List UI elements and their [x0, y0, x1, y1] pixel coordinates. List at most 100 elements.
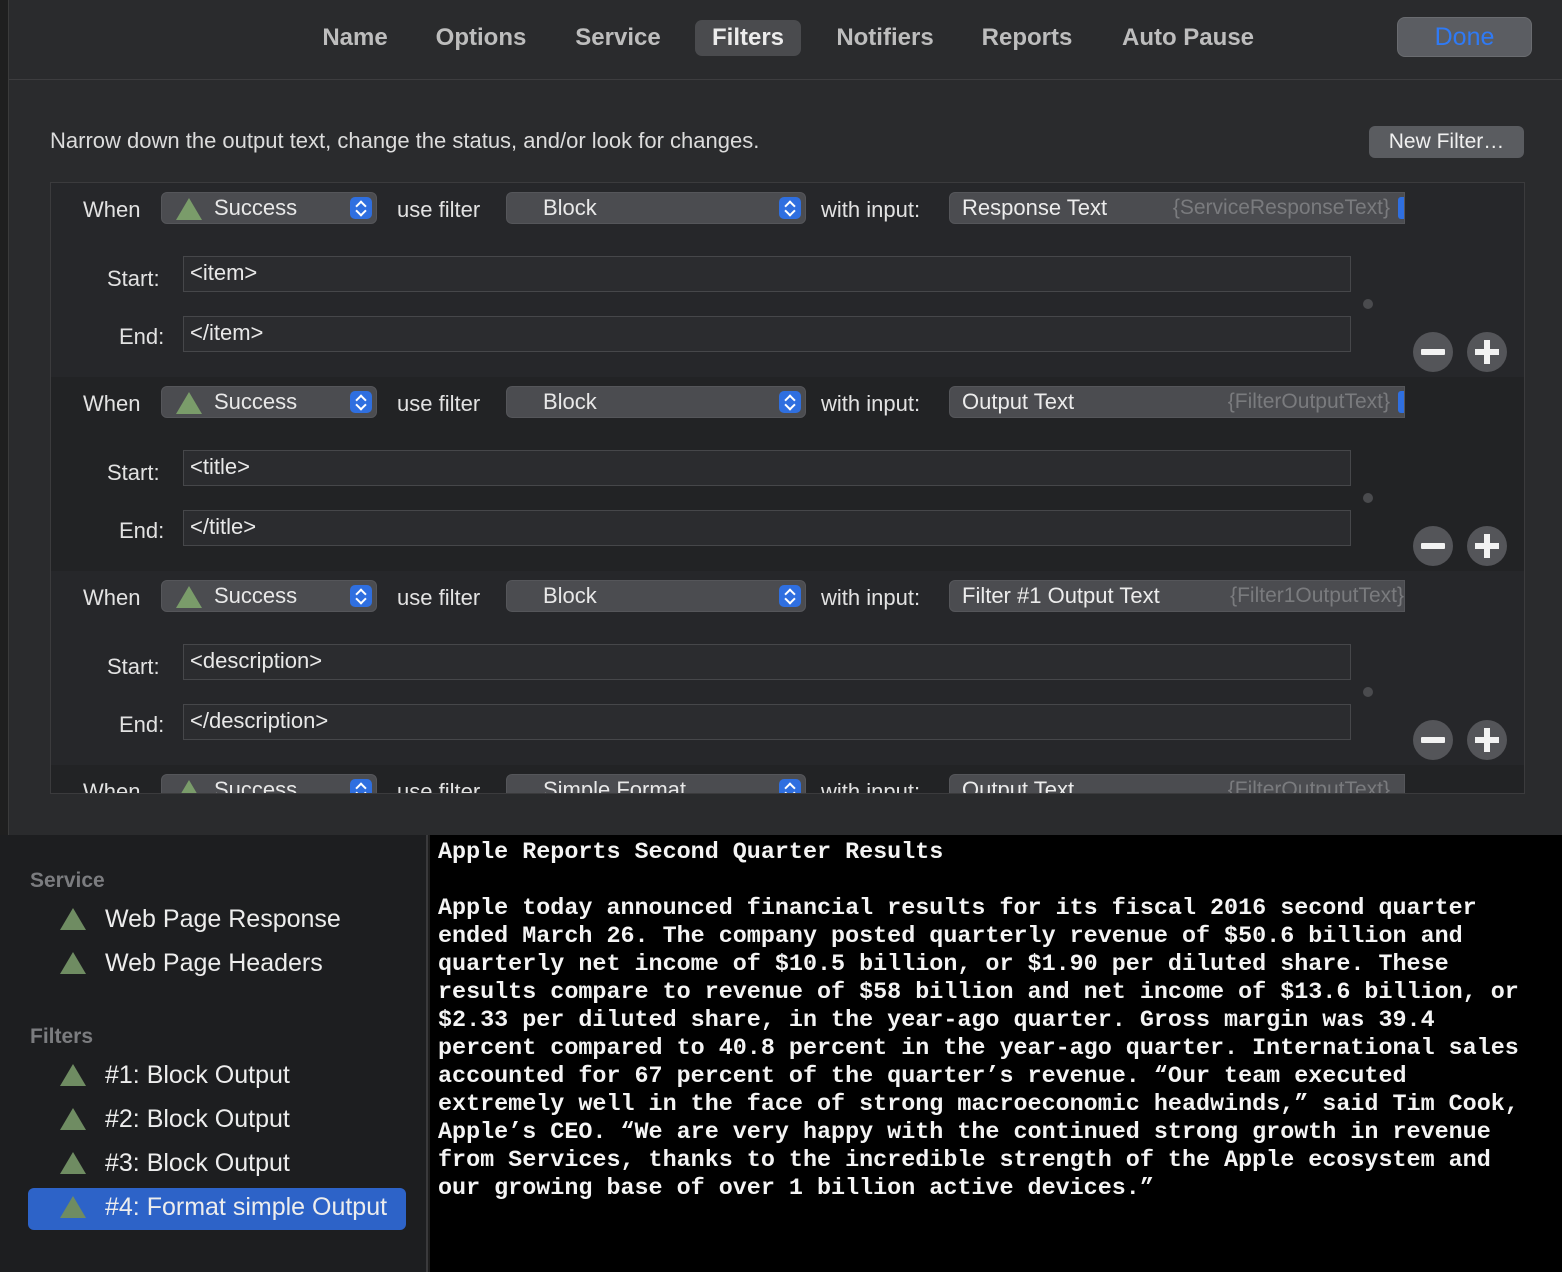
remove-filter-button[interactable] [1413, 720, 1453, 760]
drag-handle[interactable] [1363, 299, 1373, 309]
filter-type-value: Block [543, 195, 597, 220]
filters-panel: Name Options Service Filters Notifiers R… [8, 0, 1562, 835]
chevron-updown-icon [350, 779, 372, 793]
result-sidebar: Service Web Page Response Web Page Heade… [0, 835, 428, 1272]
sidebar-item-filter-3[interactable]: #3: Block Output [28, 1144, 406, 1186]
use-filter-label: use filter [397, 585, 481, 610]
end-value: </title> [190, 514, 257, 539]
status-popup[interactable]: Success [161, 386, 377, 418]
status-popup[interactable]: Success [161, 580, 377, 612]
success-triangle-icon [176, 586, 202, 608]
end-label: End: [119, 712, 165, 737]
filter-type-value: Block [543, 583, 597, 608]
tab-name[interactable]: Name [307, 20, 403, 56]
status-value: Success [214, 195, 298, 220]
input-source-value: Response Text [962, 195, 1108, 220]
tab-auto-pause[interactable]: Auto Pause [1107, 20, 1269, 56]
toolbar: Name Options Service Filters Notifiers R… [9, 0, 1562, 80]
with-input-label: with input: [821, 391, 921, 416]
success-triangle-icon [176, 780, 202, 793]
with-input-label: with input: [821, 779, 921, 794]
tab-notifiers[interactable]: Notifiers [821, 20, 949, 56]
input-source-variable: {FilterOutputText} [1227, 778, 1390, 794]
chevron-updown-icon [350, 585, 372, 607]
done-button[interactable]: Done [1397, 17, 1532, 57]
status-value: Success [214, 583, 298, 608]
chevron-updown-icon [779, 197, 801, 219]
end-field[interactable]: </title> [183, 510, 1351, 546]
when-label: When [83, 391, 141, 416]
sidebar-item-label: #4: Format simple Output [105, 1193, 388, 1221]
input-source-popup[interactable]: Output Text {FilterOutputText} [949, 386, 1405, 418]
filters-description: Narrow down the output text, change the … [50, 128, 760, 153]
use-filter-label: use filter [397, 779, 481, 794]
status-popup[interactable]: Success [161, 774, 377, 793]
input-source-popup[interactable]: Filter #1 Output Text {Filter1OutputText… [949, 580, 1405, 612]
tab-reports[interactable]: Reports [971, 20, 1083, 56]
filter-type-value: Simple Format [543, 777, 687, 794]
end-field[interactable]: </item> [183, 316, 1351, 352]
filter-type-popup[interactable]: Simple Format [506, 774, 806, 794]
input-popup-indicator [1398, 391, 1404, 413]
output-text-view[interactable]: Apple Reports Second Quarter Results App… [430, 835, 1562, 1272]
status-triangle-icon [60, 1064, 86, 1086]
filters-heading: Filters [30, 1025, 94, 1048]
filter-type-popup[interactable]: Block [506, 192, 806, 224]
status-triangle-icon [60, 1152, 86, 1174]
service-heading: Service [30, 869, 105, 892]
start-field[interactable]: <description> [183, 644, 1351, 680]
use-filter-label: use filter [397, 391, 481, 416]
input-source-variable: {Filter1OutputText} [1230, 584, 1404, 607]
when-label: When [83, 585, 141, 610]
filter-list: When Success use filter Block with input… [50, 182, 1525, 794]
sidebar-item-label: Web Page Response [105, 905, 341, 933]
chevron-updown-icon [779, 585, 801, 607]
start-value: <item> [190, 260, 258, 285]
start-value: <description> [190, 648, 323, 673]
drag-handle[interactable] [1363, 493, 1373, 503]
filter-row: When Success use filter Block with input… [51, 183, 1524, 377]
sidebar-item-filter-1[interactable]: #1: Block Output [28, 1056, 406, 1098]
status-popup[interactable]: Success [161, 192, 377, 224]
status-triangle-icon [60, 1108, 86, 1130]
chevron-updown-icon [350, 197, 372, 219]
sidebar-item-filter-4[interactable]: #4: Format simple Output [28, 1188, 406, 1230]
start-field[interactable]: <title> [183, 450, 1351, 486]
new-filter-button[interactable]: New Filter… [1369, 126, 1524, 158]
filter-type-popup[interactable]: Block [506, 580, 806, 612]
input-popup-indicator [1398, 197, 1404, 219]
remove-filter-button[interactable] [1413, 526, 1453, 566]
drag-handle[interactable] [1363, 687, 1373, 697]
sidebar-item-web-page-response[interactable]: Web Page Response [28, 900, 406, 942]
start-field[interactable]: <item> [183, 256, 1351, 292]
filter-type-value: Block [543, 389, 597, 414]
tab-service[interactable]: Service [562, 20, 674, 56]
start-value: <title> [190, 454, 250, 479]
sidebar-item-web-page-headers[interactable]: Web Page Headers [28, 944, 406, 986]
sidebar-item-filter-2[interactable]: #2: Block Output [28, 1100, 406, 1142]
add-filter-button[interactable] [1467, 526, 1507, 566]
results-pane: Service Web Page Response Web Page Heade… [0, 835, 1562, 1272]
add-filter-button[interactable] [1467, 720, 1507, 760]
filter-row: When Success use filter Simple Format wi… [51, 765, 1524, 794]
input-source-variable: {ServiceResponseText} [1172, 196, 1390, 219]
window-edge [0, 0, 8, 835]
filter-row: When Success use filter Block with input… [51, 571, 1524, 765]
tab-filters[interactable]: Filters [695, 20, 801, 56]
remove-filter-button[interactable] [1413, 332, 1453, 372]
end-value: </item> [190, 320, 264, 345]
filter-type-popup[interactable]: Block [506, 386, 806, 418]
chevron-updown-icon [350, 391, 372, 413]
when-label: When [83, 197, 141, 222]
input-source-popup[interactable]: Output Text {FilterOutputText} [949, 774, 1405, 794]
end-label: End: [119, 518, 165, 543]
status-triangle-icon [60, 952, 86, 974]
with-input-label: with input: [821, 585, 921, 610]
sidebar-item-label: #3: Block Output [105, 1149, 290, 1177]
add-filter-button[interactable] [1467, 332, 1507, 372]
input-source-variable: {FilterOutputText} [1227, 390, 1390, 413]
input-source-popup[interactable]: Response Text {ServiceResponseText} [949, 192, 1405, 224]
chevron-updown-icon [779, 779, 801, 793]
end-field[interactable]: </description> [183, 704, 1351, 740]
tab-options[interactable]: Options [423, 20, 539, 56]
